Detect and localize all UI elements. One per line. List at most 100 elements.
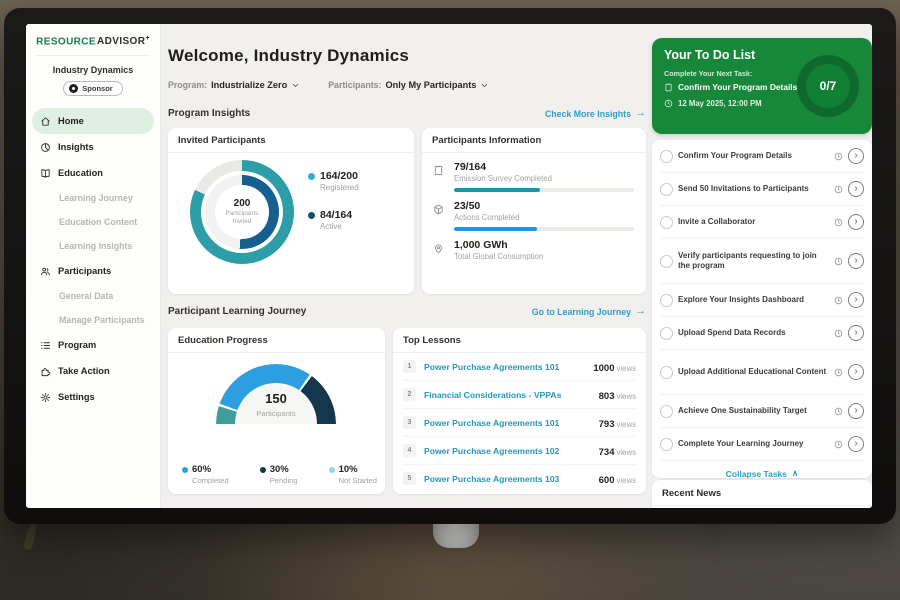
sidebar-item-participants[interactable]: Participants xyxy=(32,258,154,284)
lesson-row: 2 Financial Considerations - VPPAs 803vi… xyxy=(403,381,636,409)
lesson-row: 3 Power Purchase Agreements 101 793views xyxy=(403,409,636,437)
logo-plus: + xyxy=(145,35,150,42)
checkbox-circle[interactable] xyxy=(660,438,673,451)
card-title: Top Lessons xyxy=(393,328,646,353)
todo-item-upload-educational-content[interactable]: Upload Additional Educational Content › xyxy=(660,350,864,395)
sidebar-item-settings[interactable]: Settings xyxy=(32,384,154,410)
monitor: RESOURCEADVISOR+ Industry Dynamics Spons… xyxy=(4,8,896,524)
legend-dot xyxy=(308,212,315,219)
invited-donut-chart: 200 Participants Invited xyxy=(190,160,294,264)
chevron-right-icon[interactable]: › xyxy=(848,403,864,419)
checkbox-circle[interactable] xyxy=(660,366,673,379)
desk-background: RESOURCEADVISOR+ Industry Dynamics Spons… xyxy=(0,0,900,600)
home-icon xyxy=(40,116,51,127)
todo-item-complete-learning-journey[interactable]: Complete Your Learning Journey › xyxy=(660,428,864,461)
chevron-right-icon[interactable]: › xyxy=(848,325,864,341)
legend-completed: 60% Completed xyxy=(182,464,229,485)
card-title: Invited Participants xyxy=(168,128,414,153)
gear-icon xyxy=(40,392,51,403)
todo-subtitle: Complete Your Next Task: xyxy=(664,69,752,78)
recent-news-card: Recent News xyxy=(652,480,872,508)
todo-item-achieve-target[interactable]: Achieve One Sustainability Target › xyxy=(660,395,864,428)
collapse-tasks-link[interactable]: Collapse Tasks ∧ xyxy=(652,461,872,478)
plant-leaf xyxy=(23,521,39,550)
todo-item-invite-collaborator[interactable]: Invite a Collaborator › xyxy=(660,206,864,239)
sidebar: RESOURCEADVISOR+ Industry Dynamics Spons… xyxy=(26,24,161,508)
checkbox-circle[interactable] xyxy=(660,294,673,307)
sidebar-item-education-content[interactable]: Education Content xyxy=(32,210,154,234)
stat-emission-survey: 79/164 Emission Survey Completed xyxy=(422,153,646,192)
todo-column: Your To Do List Complete Your Next Task:… xyxy=(652,24,872,508)
sidebar-item-take-action[interactable]: Take Action xyxy=(32,358,154,384)
puzzle-icon xyxy=(40,366,51,377)
chevron-right-icon[interactable]: › xyxy=(848,292,864,308)
clock-icon xyxy=(834,257,843,266)
legend-dot xyxy=(260,467,266,473)
cube-icon xyxy=(433,202,444,213)
arrow-right-icon: → xyxy=(635,108,646,119)
chevron-right-icon[interactable]: › xyxy=(848,181,864,197)
next-task-row[interactable]: Confirm Your Program Details xyxy=(664,82,797,92)
stat-global-consumption: 1,000 GWh Total Global Consumption xyxy=(422,231,646,261)
check-more-insights-link[interactable]: Check More Insights → xyxy=(545,108,646,119)
legend-dot xyxy=(182,467,188,473)
lesson-link[interactable]: Power Purchase Agreements 103 xyxy=(424,474,591,484)
due-date-row: 12 May 2025, 12:00 PM xyxy=(664,99,762,108)
top-lessons-card: Top Lessons 1 Power Purchase Agreements … xyxy=(393,328,646,494)
lesson-link[interactable]: Power Purchase Agreements 101 xyxy=(424,418,591,428)
todo-item-verify-participants[interactable]: Verify participants requesting to join t… xyxy=(660,239,864,284)
dashboard-screen: RESOURCEADVISOR+ Industry Dynamics Spons… xyxy=(26,24,872,508)
list-icon xyxy=(40,340,51,351)
sidebar-item-program[interactable]: Program xyxy=(32,332,154,358)
participants-information-card: Participants Information 79/164 Emission… xyxy=(422,128,646,294)
sidebar-item-learning-insights[interactable]: Learning Insights xyxy=(32,234,154,258)
todo-item-upload-spend-data[interactable]: Upload Spend Data Records › xyxy=(660,317,864,350)
checkbox-circle[interactable] xyxy=(660,255,673,268)
survey-icon xyxy=(433,163,444,174)
sidebar-item-education[interactable]: Education xyxy=(32,160,154,186)
chevron-right-icon[interactable]: › xyxy=(848,364,864,380)
sidebar-item-manage-participants[interactable]: Manage Participants xyxy=(32,308,154,332)
lesson-row: 4 Power Purchase Agreements 102 734views xyxy=(403,437,636,465)
todo-progress-ring: 0/7 xyxy=(797,55,859,117)
lesson-link[interactable]: Financial Considerations - VPPAs xyxy=(424,390,591,400)
checkbox-circle[interactable] xyxy=(660,216,673,229)
clock-icon xyxy=(834,296,843,305)
checkbox-circle[interactable] xyxy=(660,183,673,196)
gauge-legend: 60% Completed 30% Pending 10% Not Starte… xyxy=(182,464,377,485)
clock-icon xyxy=(834,368,843,377)
chevron-right-icon[interactable]: › xyxy=(848,214,864,230)
todo-list-card: Confirm Your Program Details › Send 50 I… xyxy=(652,140,872,478)
todo-progress-count: 0/7 xyxy=(820,79,837,93)
divider xyxy=(36,55,150,56)
chevron-right-icon[interactable]: › xyxy=(848,253,864,269)
lesson-link[interactable]: Power Purchase Agreements 102 xyxy=(424,446,591,456)
chevron-right-icon[interactable]: › xyxy=(848,148,864,164)
arrow-right-icon: → xyxy=(635,306,646,317)
section-title-program-insights: Program Insights xyxy=(168,108,250,119)
checkbox-circle[interactable] xyxy=(660,327,673,340)
checkbox-circle[interactable] xyxy=(660,150,673,163)
sidebar-item-insights[interactable]: Insights xyxy=(32,134,154,160)
todo-item-explore-insights[interactable]: Explore Your Insights Dashboard › xyxy=(660,284,864,317)
chevron-down-icon xyxy=(291,81,300,90)
go-to-learning-journey-link[interactable]: Go to Learning Journey → xyxy=(532,306,646,317)
checkbox-circle[interactable] xyxy=(660,405,673,418)
chevron-right-icon[interactable]: › xyxy=(848,436,864,452)
participants-filter[interactable]: Participants: Only My Participants xyxy=(328,80,489,90)
program-filter[interactable]: Program: Industrialize Zero xyxy=(168,80,300,90)
sidebar-item-home[interactable]: Home xyxy=(32,108,154,134)
sidebar-item-learning-journey[interactable]: Learning Journey xyxy=(32,186,154,210)
sponsor-badge[interactable]: Sponsor xyxy=(63,81,122,96)
recent-news-title: Recent News xyxy=(652,480,872,506)
todo-title: Your To Do List xyxy=(664,48,755,62)
gauge-center: 150 Participants xyxy=(216,390,336,418)
todo-item-confirm-program[interactable]: Confirm Your Program Details › xyxy=(660,140,864,173)
todo-item-send-invitations[interactable]: Send 50 Invitations to Participants › xyxy=(660,173,864,206)
chevron-down-icon xyxy=(480,81,489,90)
clipboard-icon xyxy=(664,83,673,92)
sidebar-item-general-data[interactable]: General Data xyxy=(32,284,154,308)
chevron-up-icon: ∧ xyxy=(792,468,798,478)
lesson-link[interactable]: Power Purchase Agreements 101 xyxy=(424,362,585,372)
sponsor-icon xyxy=(69,84,78,93)
